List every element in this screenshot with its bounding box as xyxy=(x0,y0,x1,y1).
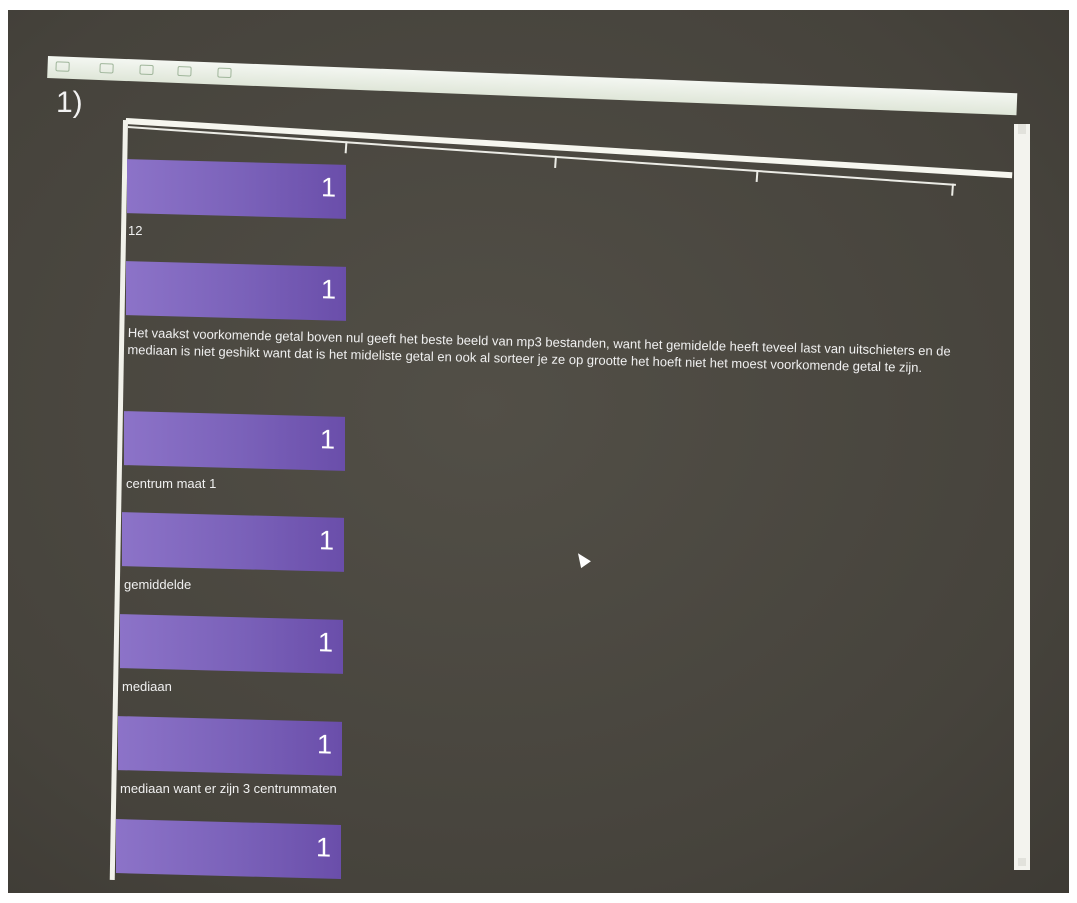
answer-bar: 1 xyxy=(127,159,346,219)
photo-border xyxy=(1069,0,1077,903)
answer-text: Het vaakst voorkomende getal boven nul g… xyxy=(127,324,951,376)
answer-text: centrum maat 1 xyxy=(126,476,217,491)
window-toolbar xyxy=(47,56,1018,116)
answer-bar: 1 xyxy=(116,819,341,879)
answer-count: 1 xyxy=(315,832,331,863)
answer-text: 12 xyxy=(128,223,143,238)
toolbar-button-icon[interactable] xyxy=(99,62,114,74)
answer-bar: 1 xyxy=(118,716,342,776)
toolbar-button-icon[interactable] xyxy=(55,61,70,72)
axis-tick xyxy=(554,155,557,168)
answer-count: 1 xyxy=(320,172,336,203)
question-number: 1) xyxy=(56,86,83,119)
answer-bar: 1 xyxy=(122,512,344,572)
toolbar-button-icon[interactable] xyxy=(177,65,192,77)
photo-border xyxy=(0,0,8,903)
axis-tick xyxy=(344,141,348,154)
answer-count: 1 xyxy=(317,627,333,658)
answer-bar: 1 xyxy=(120,614,343,674)
answer-bar: 1 xyxy=(124,411,345,471)
axis-tick xyxy=(951,183,954,196)
answer-count: 1 xyxy=(319,424,335,455)
answer-text: mediaan want er zijn 3 centrummaten xyxy=(120,781,337,796)
photo-border xyxy=(0,893,1077,903)
answer-count: 1 xyxy=(318,525,334,556)
answer-bar: 1 xyxy=(126,261,346,321)
toolbar-button-icon[interactable] xyxy=(139,64,154,76)
photo-border xyxy=(0,0,1077,10)
answer-text: mediaan xyxy=(122,679,172,694)
axis-tick xyxy=(755,169,759,183)
projected-screen-photo: 1) 1 12 1 Het vaakst voorkomende getal b… xyxy=(0,0,1077,903)
vertical-scrollbar[interactable] xyxy=(1014,124,1030,870)
answer-text: gemiddelde xyxy=(124,577,192,592)
toolbar-button-icon[interactable] xyxy=(217,67,232,79)
scroll-down-icon[interactable] xyxy=(1018,858,1026,866)
mouse-cursor-icon xyxy=(573,549,591,569)
answer-count: 1 xyxy=(316,729,332,760)
scroll-up-icon[interactable] xyxy=(1018,124,1026,134)
answer-count: 1 xyxy=(320,274,336,305)
